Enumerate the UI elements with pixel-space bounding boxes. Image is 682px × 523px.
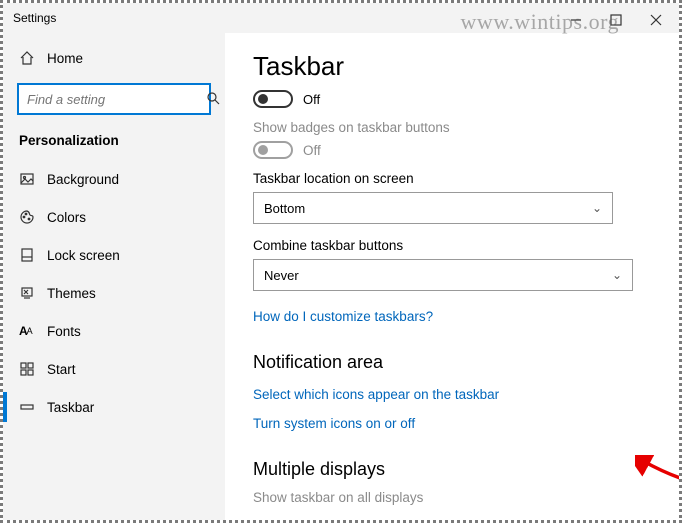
maximize-button[interactable] [596, 6, 636, 34]
system-icons-link[interactable]: Turn system icons on or off [253, 416, 415, 431]
select-icons-link[interactable]: Select which icons appear on the taskbar [253, 387, 499, 402]
toggle-state: Off [303, 92, 320, 107]
page-title: Taskbar [253, 51, 651, 82]
sidebar-item-background[interactable]: Background [3, 160, 225, 198]
sidebar-item-label: Taskbar [47, 400, 94, 415]
lockscreen-icon [19, 247, 47, 263]
multi-label: Show taskbar on all displays [253, 490, 651, 505]
badges-toggle [253, 141, 293, 159]
sidebar-item-label: Start [47, 362, 76, 377]
home-nav[interactable]: Home [3, 39, 225, 77]
sidebar-item-fonts[interactable]: AA Fonts [3, 312, 225, 350]
combine-dropdown[interactable]: Never ⌄ [253, 259, 633, 291]
sidebar-item-start[interactable]: Start [3, 350, 225, 388]
start-icon [19, 361, 47, 377]
category-header: Personalization [3, 127, 225, 160]
search-box[interactable] [17, 83, 211, 115]
location-dropdown[interactable]: Bottom ⌄ [253, 192, 613, 224]
themes-icon [19, 285, 47, 301]
toggle-switch[interactable] [253, 90, 293, 108]
sidebar-item-taskbar[interactable]: Taskbar [3, 388, 225, 426]
chevron-down-icon: ⌄ [612, 268, 622, 282]
location-label: Taskbar location on screen [253, 171, 651, 186]
home-label: Home [47, 51, 83, 66]
home-icon [19, 50, 47, 66]
sidebar-item-label: Lock screen [47, 248, 120, 263]
sidebar-item-label: Fonts [47, 324, 81, 339]
palette-icon [19, 209, 47, 225]
taskbar-icon [19, 399, 47, 415]
badges-label: Show badges on taskbar buttons [253, 120, 651, 135]
combine-value: Never [264, 268, 299, 283]
image-icon [19, 171, 47, 187]
search-icon [205, 90, 221, 109]
sidebar-item-label: Themes [47, 286, 96, 301]
sidebar-item-colors[interactable]: Colors [3, 198, 225, 236]
window-title: Settings [13, 11, 56, 25]
combine-label: Combine taskbar buttons [253, 238, 651, 253]
minimize-button[interactable] [556, 6, 596, 34]
fonts-icon: AA [19, 324, 47, 338]
sidebar-item-themes[interactable]: Themes [3, 274, 225, 312]
customize-link[interactable]: How do I customize taskbars? [253, 309, 433, 324]
main-panel: Taskbar Off Show badges on taskbar butto… [225, 33, 679, 520]
sidebar-item-label: Background [47, 172, 119, 187]
badges-state: Off [303, 143, 321, 158]
close-button[interactable] [636, 6, 676, 34]
sidebar-item-label: Colors [47, 210, 86, 225]
chevron-down-icon: ⌄ [592, 201, 602, 215]
location-value: Bottom [264, 201, 305, 216]
sidebar: Home Personalization Background Colors L… [3, 33, 225, 520]
search-input[interactable] [27, 92, 205, 107]
multiple-displays-heading: Multiple displays [253, 459, 651, 480]
notification-heading: Notification area [253, 352, 651, 373]
sidebar-item-lockscreen[interactable]: Lock screen [3, 236, 225, 274]
